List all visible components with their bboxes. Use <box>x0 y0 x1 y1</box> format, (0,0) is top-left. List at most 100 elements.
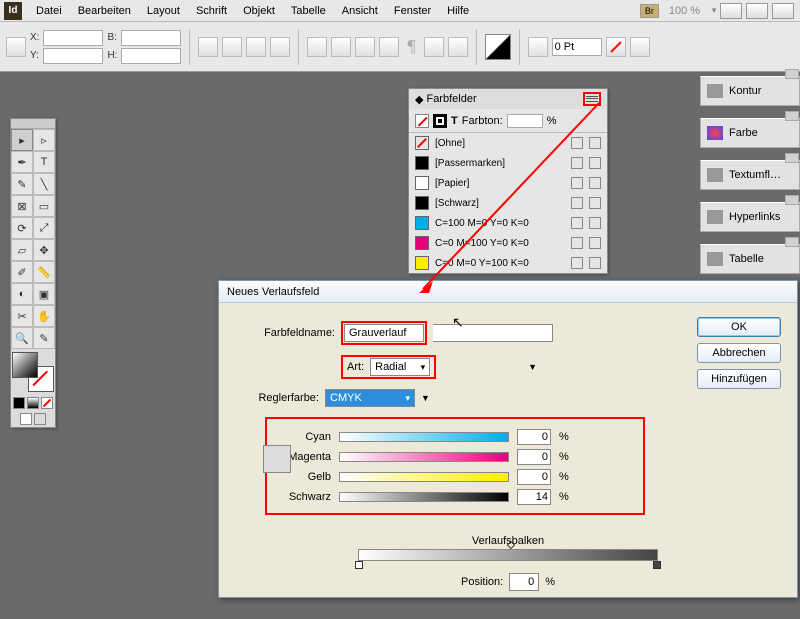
shear-icon[interactable] <box>270 37 290 57</box>
fill-stroke-swatch[interactable] <box>485 34 511 60</box>
more-icon[interactable] <box>630 37 650 57</box>
stopcolor-select[interactable]: CMYK <box>325 389 415 407</box>
swatch-row[interactable]: [Ohne] <box>409 133 607 153</box>
type-tool[interactable]: T <box>33 151 55 173</box>
menu-fenster[interactable]: Fenster <box>386 5 439 17</box>
menu-layout[interactable]: Layout <box>139 5 188 17</box>
text-proxy-icon[interactable]: T <box>451 115 458 127</box>
align-icon[interactable] <box>424 37 444 57</box>
fill-proxy-icon[interactable] <box>415 114 429 128</box>
panel-textwrap[interactable]: Textumfl… <box>700 160 800 190</box>
channel-value[interactable] <box>517 429 551 445</box>
pen-tool[interactable]: ✒ <box>11 151 33 173</box>
swatch-row[interactable]: [Schwarz] <box>409 193 607 213</box>
bridge-badge[interactable]: Br <box>640 4 659 18</box>
channel-slider[interactable] <box>339 452 509 462</box>
menu-bearbeiten[interactable]: Bearbeiten <box>70 5 139 17</box>
w-field[interactable] <box>121 30 181 46</box>
effects-icon[interactable] <box>606 37 626 57</box>
cancel-button[interactable]: Abbrechen <box>697 343 781 363</box>
dialog-titlebar[interactable]: Neues Verlaufsfeld <box>219 281 797 303</box>
distribute-icon[interactable] <box>448 37 468 57</box>
name-field-ext[interactable] <box>433 324 553 342</box>
menu-hilfe[interactable]: Hilfe <box>439 5 477 17</box>
selection-tool[interactable]: ▸ <box>11 129 33 151</box>
preview-view-icon[interactable] <box>34 413 46 425</box>
channel-value[interactable] <box>517 489 551 505</box>
name-field[interactable] <box>344 324 424 342</box>
scale-tool[interactable]: ⤢ <box>33 217 55 239</box>
view-mode-icon[interactable] <box>720 3 742 19</box>
channel-value[interactable] <box>517 449 551 465</box>
panel-menu-icon[interactable] <box>583 92 601 106</box>
swatch-row[interactable]: [Papier] <box>409 173 607 193</box>
menu-datei[interactable]: Datei <box>28 5 70 17</box>
free-transform-tool[interactable]: ✥ <box>33 239 55 261</box>
channel-value[interactable] <box>517 469 551 485</box>
scale-y-icon[interactable] <box>222 37 242 57</box>
channel-slider[interactable] <box>339 432 509 442</box>
gradient-tool[interactable]: ◐ <box>11 283 33 305</box>
y-field[interactable] <box>43 48 103 64</box>
arrange-icon[interactable] <box>772 3 794 19</box>
paragraph-icon[interactable]: ¶ <box>403 36 419 57</box>
gradient-stop-right[interactable] <box>653 561 661 569</box>
zoom-tool[interactable]: 🔍 <box>11 327 33 349</box>
button-tool[interactable]: ▣ <box>33 283 55 305</box>
x-field[interactable] <box>43 30 103 46</box>
menu-schrift[interactable]: Schrift <box>188 5 235 17</box>
zoom-level[interactable]: 100 % <box>669 5 700 17</box>
apply-color-icon[interactable] <box>13 397 25 409</box>
swatch-row[interactable]: [Passermarken] <box>409 153 607 173</box>
flip-h-icon[interactable] <box>307 37 327 57</box>
h-field[interactable] <box>121 48 181 64</box>
measure-tool[interactable]: 📏 <box>33 261 55 283</box>
stroke-proxy-icon[interactable] <box>433 114 447 128</box>
menu-tabelle[interactable]: Tabelle <box>283 5 334 17</box>
scale-x-icon[interactable] <box>198 37 218 57</box>
hand-tool[interactable]: ✋ <box>33 305 55 327</box>
normal-view-icon[interactable] <box>20 413 32 425</box>
channel-slider[interactable] <box>339 492 509 502</box>
swatch-row[interactable]: C=0 M=100 Y=0 K=0 <box>409 233 607 253</box>
swatches-header[interactable]: ◆Farbfelder <box>409 89 607 109</box>
select-content-icon[interactable] <box>379 37 399 57</box>
panel-farbe[interactable]: Farbe <box>700 118 800 148</box>
pencil-tool[interactable]: ✎ <box>11 173 33 195</box>
gradient-stop-left[interactable] <box>355 561 363 569</box>
position-field[interactable] <box>509 573 539 591</box>
line-tool[interactable]: ╲ <box>33 173 55 195</box>
menu-objekt[interactable]: Objekt <box>235 5 283 17</box>
swatch-row[interactable]: C=0 M=0 Y=100 K=0 <box>409 253 607 273</box>
shear-tool[interactable]: ▱ <box>11 239 33 261</box>
channel-slider[interactable] <box>339 472 509 482</box>
ok-button[interactable]: OK <box>697 317 781 337</box>
panel-hyperlinks[interactable]: Hyperlinks <box>700 202 800 232</box>
screen-mode-icon[interactable] <box>746 3 768 19</box>
panel-tabelle[interactable]: Tabelle <box>700 244 800 274</box>
note-tool[interactable]: ✎ <box>33 327 55 349</box>
gradient-ramp[interactable] <box>358 549 658 561</box>
menu-ansicht[interactable]: Ansicht <box>334 5 386 17</box>
frame-tool[interactable]: ⊠ <box>11 195 33 217</box>
tint-field[interactable] <box>507 114 543 128</box>
select-container-icon[interactable] <box>355 37 375 57</box>
type-select[interactable]: Radial <box>370 358 430 376</box>
add-button[interactable]: Hinzufügen <box>697 369 781 389</box>
apply-none-icon[interactable] <box>41 397 53 409</box>
rectangle-tool[interactable]: ▭ <box>33 195 55 217</box>
apply-gradient-icon[interactable] <box>27 397 39 409</box>
fill-stroke-toggle[interactable] <box>12 352 54 392</box>
direct-select-tool[interactable]: ▹ <box>33 129 55 151</box>
flip-v-icon[interactable] <box>331 37 351 57</box>
stroke-weight-field[interactable] <box>552 38 602 56</box>
rotate-tool[interactable]: ⟳ <box>11 217 33 239</box>
fill-swatch[interactable] <box>12 352 38 378</box>
panel-kontur[interactable]: Kontur <box>700 76 800 106</box>
toolbox-grip[interactable] <box>11 119 55 129</box>
swatch-row[interactable]: C=100 M=0 Y=0 K=0 <box>409 213 607 233</box>
eyedropper-tool[interactable]: ✐ <box>11 261 33 283</box>
ref-point-icon[interactable] <box>6 37 26 57</box>
scissors-tool[interactable]: ✂ <box>11 305 33 327</box>
rotate-icon[interactable] <box>246 37 266 57</box>
